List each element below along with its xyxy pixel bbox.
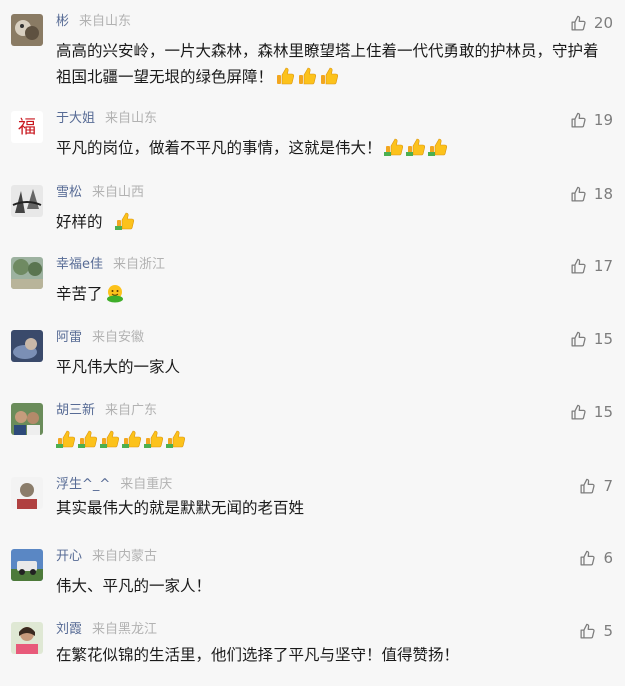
comment-text: 在繁花似锦的生活里，他们选择了平凡与坚守！值得赞扬！ <box>56 642 608 668</box>
avatar[interactable] <box>11 403 43 435</box>
comment-text: 伟大、平凡的一家人！ <box>56 573 608 599</box>
like-button[interactable]: 15 <box>570 403 613 421</box>
like-button[interactable]: 18 <box>570 185 613 203</box>
location-label: 来自山东 <box>105 111 158 126</box>
comment-text-content: 好样的 <box>56 213 103 231</box>
comment-text: 平凡的岗位，做着不平凡的事情，这就是伟大！ <box>56 135 608 161</box>
author-name[interactable]: 开心 <box>56 549 82 564</box>
comment-meta: 刘霞 来自黑龙江 <box>56 621 157 639</box>
svg-text:福: 福 <box>18 117 36 138</box>
thumbs-up-icon <box>166 429 186 449</box>
like-count: 15 <box>593 330 613 348</box>
avatar[interactable] <box>11 622 43 654</box>
comment-text-content: 辛苦了 <box>56 285 103 303</box>
thumbs-up-outline-icon <box>571 258 586 274</box>
like-count: 7 <box>603 477 613 495</box>
author-name[interactable]: 雪松 <box>56 185 82 200</box>
avatar[interactable] <box>11 185 43 217</box>
thumbs-up-icon <box>78 429 98 449</box>
comment-meta: 彬来自山东 <box>56 13 131 31</box>
thumbs-up-outline-icon <box>571 331 586 347</box>
avatar[interactable]: 福 <box>11 111 43 143</box>
comment-meta: 胡三新 来自广东 <box>56 402 157 420</box>
thumbs-up-icon <box>275 66 295 86</box>
location-label: 来自广东 <box>105 403 158 418</box>
thumbs-up-icon <box>427 137 448 157</box>
like-button[interactable]: 7 <box>579 477 613 495</box>
like-button[interactable]: 20 <box>570 14 613 32</box>
like-button[interactable]: 5 <box>579 622 613 640</box>
like-count: 17 <box>593 257 613 275</box>
comment-meta: 浮生^_^ 来自重庆 <box>56 476 172 494</box>
avatar[interactable] <box>11 477 43 509</box>
comment-meta: 雪松 来自山西 <box>56 184 144 202</box>
comment-text-content: 平凡伟大的一家人 <box>56 358 181 376</box>
comment-text: 高高的兴安岭，一片大森林，森林里瞭望塔上住着一代代勇敢的护林员，守护着祖国北疆一… <box>56 38 608 90</box>
like-count: 18 <box>593 185 613 203</box>
thumbs-up-outline-icon <box>571 186 586 202</box>
like-button[interactable]: 15 <box>570 330 613 348</box>
avatar[interactable] <box>11 549 43 581</box>
author-name[interactable]: 阿雷 <box>56 330 82 345</box>
author-name[interactable]: 幸福e佳 <box>56 257 103 272</box>
thumbs-up-outline-icon <box>571 112 586 128</box>
comment-text-content: 平凡的岗位，做着不平凡的事情，这就是伟大！ <box>56 139 382 157</box>
author-name[interactable]: 浮生^_^ <box>56 477 110 492</box>
thumbs-up-outline-icon <box>580 478 596 494</box>
like-count: 6 <box>603 549 613 567</box>
comment-text-content: 其实最伟大的就是默默无闻的老百姓 <box>56 499 305 517</box>
like-count: 19 <box>593 111 613 129</box>
hug-icon <box>105 283 125 303</box>
location-label: 来自重庆 <box>120 477 173 492</box>
comment-text <box>56 427 608 453</box>
like-count: 15 <box>593 403 613 421</box>
comment-text: 平凡伟大的一家人 <box>56 354 608 380</box>
location-label: 来自安徽 <box>92 330 145 345</box>
thumbs-up-icon <box>405 137 426 157</box>
author-name[interactable]: 于大姐 <box>56 111 95 126</box>
comment-text-content: 在繁花似锦的生活里，他们选择了平凡与坚守！值得赞扬！ <box>56 646 460 664</box>
thumbs-up-icon <box>144 429 164 449</box>
like-button[interactable]: 6 <box>579 549 613 567</box>
comment-meta: 开心 来自内蒙古 <box>56 548 157 566</box>
like-button[interactable]: 17 <box>570 257 613 275</box>
comment-text: 好样的 <box>56 209 608 235</box>
thumbs-up-icon <box>297 66 317 86</box>
thumbs-up-outline-icon <box>571 15 586 31</box>
like-count: 20 <box>593 14 613 32</box>
author-name[interactable]: 彬 <box>56 14 69 29</box>
thumbs-up-outline-icon <box>580 550 596 566</box>
comment-text: 辛苦了 <box>56 281 608 307</box>
location-label: 来自山东 <box>79 14 132 29</box>
comment-meta: 幸福e佳 来自浙江 <box>56 256 165 274</box>
thumbs-up-outline-icon <box>571 404 586 420</box>
like-count: 5 <box>603 622 613 640</box>
comment-meta: 阿雷 来自安徽 <box>56 329 144 347</box>
location-label: 来自浙江 <box>113 257 166 272</box>
location-label: 来自山西 <box>92 185 145 200</box>
thumbs-up-icon <box>319 66 339 86</box>
author-name[interactable]: 刘霞 <box>56 622 82 637</box>
location-label: 来自黑龙江 <box>92 622 158 637</box>
author-name[interactable]: 胡三新 <box>56 403 95 418</box>
avatar[interactable] <box>11 257 43 289</box>
thumbs-up-icon <box>100 429 120 449</box>
thumbs-up-icon <box>383 137 404 157</box>
thumbs-up-icon <box>114 211 135 231</box>
thumbs-up-icon <box>122 429 142 449</box>
location-label: 来自内蒙古 <box>92 549 158 564</box>
comment-meta: 于大姐 来自山东 <box>56 110 157 128</box>
avatar[interactable] <box>11 330 43 362</box>
like-button[interactable]: 19 <box>570 111 613 129</box>
comment-text-content: 伟大、平凡的一家人！ <box>56 577 212 595</box>
thumbs-up-icon <box>56 429 76 449</box>
comment-text: 其实最伟大的就是默默无闻的老百姓 <box>56 495 608 521</box>
thumbs-up-outline-icon <box>580 623 596 639</box>
avatar[interactable] <box>11 14 43 46</box>
